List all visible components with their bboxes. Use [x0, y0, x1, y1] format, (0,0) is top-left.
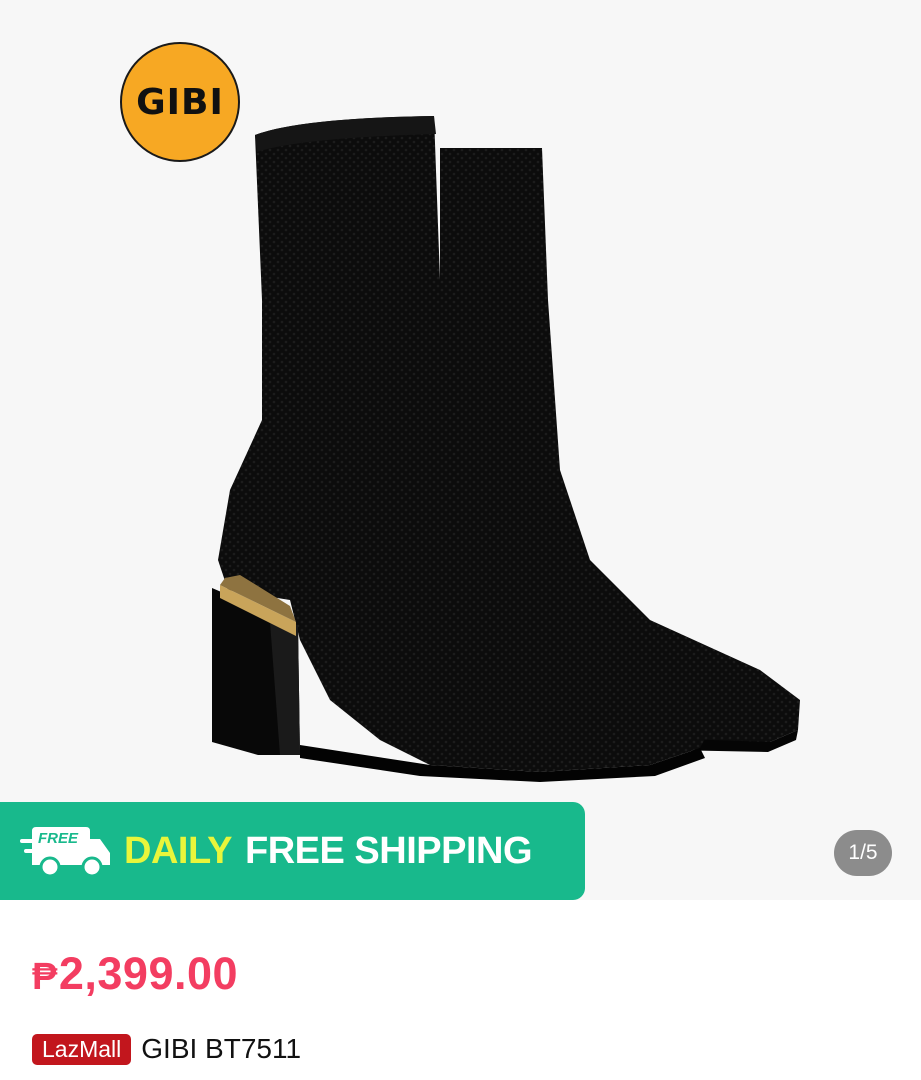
product-price: ₱2,399.00 [32, 948, 238, 1000]
product-name: GIBI BT7511 [141, 1033, 302, 1064]
free-delivery-truck-icon: FREE [20, 827, 110, 878]
brand-logo-badge[interactable]: GIBI [120, 42, 240, 162]
shipping-daily-text: DAILY [124, 829, 233, 872]
price-value: 2,399.00 [58, 948, 239, 999]
currency-symbol: ₱ [32, 956, 58, 998]
brand-logo-text: GIBI [136, 81, 224, 123]
daily-free-shipping-banner[interactable]: FREE DAILY FREE SHIPPING [0, 802, 585, 900]
product-title-row: LazMall GIBI BT7511 [32, 1033, 301, 1065]
lazmall-badge: LazMall [32, 1033, 132, 1065]
shipping-free-shipping-text: FREE SHIPPING [245, 829, 533, 872]
image-counter: 1/5 [834, 830, 892, 876]
free-tag-text: FREE [38, 830, 79, 847]
product-image-gallery[interactable]: GIBI FREE DAILY FREE SHIPPING 1/5 [0, 0, 921, 900]
